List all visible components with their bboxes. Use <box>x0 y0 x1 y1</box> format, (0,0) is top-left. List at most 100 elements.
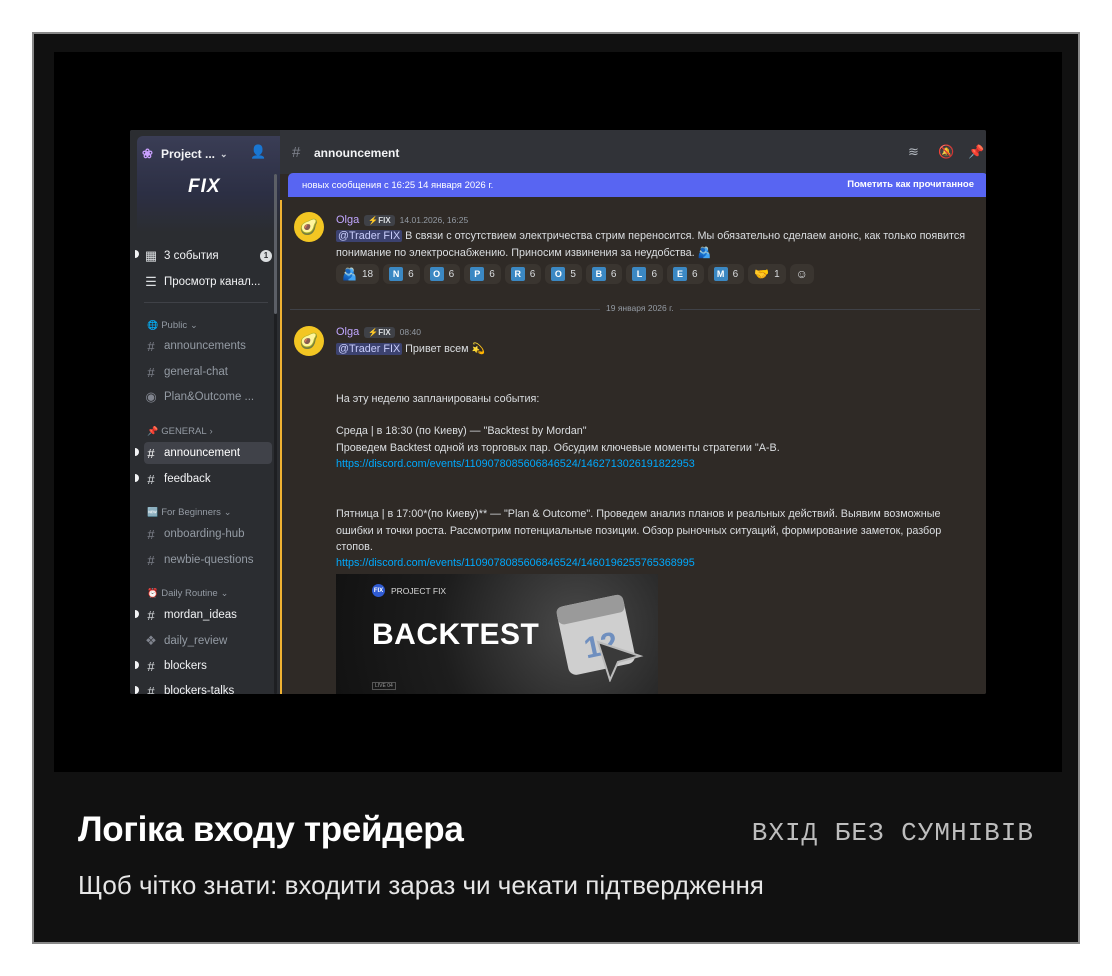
reaction-hug[interactable]: 🫂 18 <box>336 264 380 284</box>
author-name[interactable]: Olga <box>336 326 359 338</box>
sidebar-item-plan-outcome[interactable]: ◉ Plan&Outcome ... <box>144 386 272 408</box>
reaction-letter[interactable]: L6 <box>626 264 664 284</box>
message-intro: На эту неделю запланированы события: <box>336 393 540 405</box>
preview-brand: FIX PROJECT FIX <box>372 584 447 597</box>
server-header[interactable]: ❀ Project ... ⌄ <box>142 142 228 166</box>
add-member-icon[interactable]: 👤 <box>250 144 266 160</box>
message-greeting: @Trader FIX Привет всем 💫 <box>336 343 486 355</box>
reaction-letter[interactable]: M6 <box>707 264 745 284</box>
sidebar-item-blockers-talks[interactable]: # blockers-talks <box>144 680 272 695</box>
server-tag: ⚡FIX <box>364 214 395 226</box>
scrollbar-thumb[interactable] <box>274 174 277 314</box>
hash-icon: # <box>147 338 155 354</box>
sidebar-divider <box>144 302 268 303</box>
message-header: Olga ⚡FIX 14.01.2026, 16:25 <box>336 214 468 226</box>
reactions-row: 🫂 18 N6 O6 P6 R6 O5 B6 L6 E6 M6 🤝 1 ☺ <box>336 264 814 284</box>
caption-subtitle: Щоб чітко знати: входити зараз чи чекати… <box>78 870 764 900</box>
forum-icon: ❖ <box>145 633 157 648</box>
calendar-icon: 12 <box>556 594 644 682</box>
avatar[interactable]: 🥑 <box>294 326 324 356</box>
reaction-letter[interactable]: R6 <box>504 264 542 284</box>
reaction-handshake[interactable]: 🤝 1 <box>748 264 786 284</box>
brand-logo-icon: FIX <box>372 584 385 597</box>
pin-icon[interactable]: 📌 <box>968 144 984 160</box>
sidebar-item-feedback[interactable]: # feedback <box>144 468 272 490</box>
author-name[interactable]: Olga <box>336 214 359 226</box>
chevron-down-icon: ⌄ <box>190 319 198 330</box>
dizzy-emoji-icon: 💫 <box>471 343 486 355</box>
mute-bell-icon[interactable]: 🔕 <box>938 144 954 160</box>
sidebar-item-newbie-questions[interactable]: # newbie-questions <box>144 549 272 571</box>
chevron-right-icon: › <box>209 426 213 436</box>
reaction-letter[interactable]: P6 <box>464 264 501 284</box>
message-header: Olga ⚡FIX 08:40 <box>336 326 421 338</box>
chat-area: # announcement ≋ 🔕 📌 новых сообщения с 1… <box>280 130 986 694</box>
sidebar-item-onboarding-hub[interactable]: # onboarding-hub <box>144 523 272 545</box>
caption-label: ВХІД БЕЗ СУМНІВІВ <box>751 818 1034 848</box>
hash-icon: # <box>147 471 155 487</box>
sidebar-item-events[interactable]: ▦ 3 события 1 <box>144 245 272 267</box>
hash-icon: # <box>147 364 155 380</box>
unread-indicator <box>135 474 139 482</box>
sidebar-item-announcements[interactable]: # announcements <box>144 335 272 357</box>
unread-indicator <box>135 686 139 694</box>
event-1-title: Среда | в 18:30 (по Киеву) — "Backtest b… <box>336 425 587 437</box>
reaction-letter[interactable]: O5 <box>545 264 582 284</box>
reaction-letter[interactable]: B6 <box>585 264 623 284</box>
channel-sidebar: ❀ Project ... ⌄ 👤 FIX ▦ 3 события 1 ☰ Пр… <box>130 130 280 694</box>
add-reaction-button[interactable]: ☺ <box>789 264 814 284</box>
unread-accent-bar <box>280 200 282 694</box>
user-mention[interactable]: @Trader FIX <box>336 230 403 242</box>
message-body: @Trader FIX В связи с отсутствием электр… <box>336 228 976 261</box>
event-2-link[interactable]: https://discord.com/events/1109078085606… <box>336 555 976 572</box>
event-1-link[interactable]: https://discord.com/events/1109078085606… <box>336 456 976 473</box>
browse-channels-icon: ☰ <box>145 274 157 289</box>
add-reaction-icon: ☺ <box>795 267 808 281</box>
reaction-letter[interactable]: N6 <box>383 264 420 284</box>
screenshot-frame: ❀ Project ... ⌄ 👤 FIX ▦ 3 события 1 ☰ Пр… <box>54 52 1062 772</box>
timestamp: 08:40 <box>399 327 421 337</box>
unread-indicator <box>135 610 139 618</box>
thread-hash-icon: # <box>147 683 155 695</box>
handshake-emoji-icon: 🤝 <box>754 267 770 281</box>
new-messages-bar[interactable]: новых сообщения с 16:25 14 января 2026 г… <box>288 173 986 197</box>
sidebar-item-mordan-ideas[interactable]: # mordan_ideas <box>144 604 272 626</box>
user-mention[interactable]: @Trader FIX <box>336 343 403 355</box>
server-logo: FIX <box>188 176 221 197</box>
reaction-letter[interactable]: O6 <box>423 264 461 284</box>
date-divider-text: 19 января 2026 г. <box>600 303 680 313</box>
globe-icon: 🌐 <box>147 319 159 330</box>
thread-hash-icon: # <box>147 658 155 674</box>
unread-indicator <box>135 448 139 456</box>
event-1-description: Проведем Backtest одной из торговых пар.… <box>336 442 780 454</box>
channel-title: announcement <box>314 146 400 160</box>
sidebar-item-browse-channels[interactable]: ☰ Просмотр канал... <box>144 271 272 293</box>
avatar[interactable]: 🥑 <box>294 212 324 242</box>
category-public[interactable]: 🌐 Public ⌄ <box>147 318 198 332</box>
category-daily-routine[interactable]: ⏰ Daily Routine ⌄ <box>147 586 228 600</box>
event-preview-image[interactable]: FIX PROJECT FIX BACKTEST 12 LIVE 04 <box>336 574 658 694</box>
threads-icon[interactable]: ≋ <box>908 144 919 160</box>
new-icon: 🆕 <box>147 506 159 517</box>
chevron-down-icon: ⌄ <box>220 587 229 598</box>
reaction-letter[interactable]: E6 <box>667 264 704 284</box>
sidebar-item-daily-review[interactable]: ❖ daily_review <box>144 630 272 652</box>
sidebar-item-blockers[interactable]: # blockers <box>144 655 272 677</box>
hash-icon: # <box>147 445 155 461</box>
sidebar-item-announcement[interactable]: # announcement <box>144 442 272 464</box>
category-for-beginners[interactable]: 🆕 For Beginners ⌄ <box>147 505 231 519</box>
stage-icon: ◉ <box>145 389 157 404</box>
hug-emoji-icon: 🫂 <box>697 246 712 259</box>
thread-hash-icon: # <box>147 607 155 623</box>
hug-emoji-icon: 🫂 <box>342 267 357 281</box>
mark-as-read-button[interactable]: Пометить как прочитанное <box>847 179 974 190</box>
sidebar-item-general-chat[interactable]: # general-chat <box>144 361 272 383</box>
timestamp: 14.01.2026, 16:25 <box>399 215 469 225</box>
unread-indicator <box>135 661 139 669</box>
category-general[interactable]: 📌 GENERAL › <box>147 424 213 438</box>
caption-title: Логіка входу трейдера <box>78 810 464 849</box>
thread-hash-icon: # <box>147 526 155 542</box>
preview-live-badge: LIVE 04 <box>372 682 396 690</box>
sidebar-scrollbar[interactable] <box>274 174 277 694</box>
events-badge: 1 <box>260 250 272 262</box>
